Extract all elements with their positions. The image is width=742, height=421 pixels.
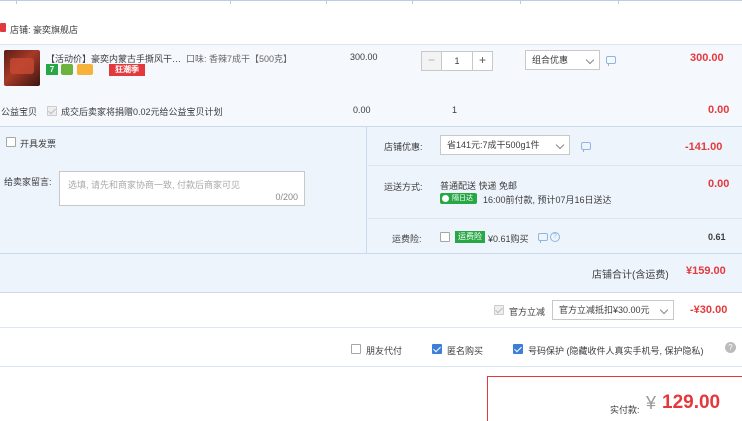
increase-button[interactable]: + xyxy=(472,52,492,70)
chat-icon[interactable] xyxy=(606,56,616,66)
chat-icon[interactable] xyxy=(538,233,548,243)
insurance-checkbox[interactable] xyxy=(440,232,450,242)
chevron-down-icon xyxy=(585,55,595,65)
item-subtotal: 300.00 xyxy=(690,52,724,64)
message-placeholder: 选填, 请先和商家协商一致, 付款后商家可见 xyxy=(68,180,241,190)
friend-pay-label: 朋友代付 xyxy=(366,346,403,356)
insurance-tag: 运费险 xyxy=(455,231,485,243)
product-flavor: 口味: 香辣7成干【500克】 xyxy=(186,54,293,64)
promo-select[interactable]: 组合优惠 xyxy=(525,50,600,70)
top-border xyxy=(0,0,742,4)
invoice-label: 开具发票 xyxy=(20,139,57,149)
message-textarea[interactable]: 选填, 请先和商家协商一致, 付款后商家可见 0/200 xyxy=(59,171,305,206)
shop-discount-amount: -141.00 xyxy=(685,141,723,153)
charity-total: 0.00 xyxy=(708,104,730,116)
instant-discount-select[interactable]: 官方立减抵扣¥30.00元 xyxy=(552,300,674,320)
chevron-down-icon xyxy=(555,140,565,150)
instant-discount-label: 官方立减 xyxy=(509,307,546,317)
quality-badge-icon xyxy=(61,64,73,75)
message-counter: 0/200 xyxy=(275,192,298,202)
delivery-eta: 16:00前付款, 预计07月16日送达 xyxy=(483,195,612,205)
next-day-tag-label: 隔日达 xyxy=(452,195,473,202)
card-badge-icon xyxy=(77,64,93,75)
insurance-desc: ¥0.61购买 xyxy=(488,234,529,244)
unit-price: 300.00 xyxy=(350,52,378,62)
shop-discount-select-value: 省141元:7成干500g1件 xyxy=(447,140,540,150)
anonymous-label: 匿名购买 xyxy=(447,346,484,356)
charity-qty: 1 xyxy=(452,105,458,115)
payment-box: 实付款: ¥ 129.00 xyxy=(487,376,742,421)
decrease-button[interactable]: − xyxy=(422,52,442,70)
privacy-checkbox[interactable] xyxy=(513,344,523,354)
clock-icon xyxy=(442,195,449,202)
charity-price: 0.00 xyxy=(353,105,371,115)
anonymous-checkbox[interactable] xyxy=(432,344,442,354)
promo-badge: 狂潮季 xyxy=(109,64,145,76)
shop-name-link[interactable]: 豪奕旗舰店 xyxy=(33,25,78,35)
shop-discount-select[interactable]: 省141元:7成干500g1件 xyxy=(440,135,570,155)
next-day-tag: 隔日达 xyxy=(440,193,477,204)
shop-icon xyxy=(0,23,6,32)
chat-icon[interactable] xyxy=(581,142,591,152)
shop-discount-label: 店铺优惠: xyxy=(384,142,423,152)
help-icon[interactable]: ? xyxy=(725,342,736,353)
payment-currency: ¥ xyxy=(646,393,657,413)
shop-header: 店铺: 豪奕旗舰店 xyxy=(10,23,78,36)
instant-discount-amount: -¥30.00 xyxy=(690,304,728,316)
seven-day-return-badge: 7 xyxy=(46,64,58,75)
promo-select-value: 组合优惠 xyxy=(532,55,569,65)
shop-prefix: 店铺: xyxy=(10,25,31,35)
payment-amount: 129.00 xyxy=(662,392,721,413)
charity-label: 公益宝贝 xyxy=(1,107,38,117)
privacy-label: 号码保护 (隐藏收件人真实手机号, 保护隐私) xyxy=(528,346,704,356)
insurance-amount: 0.61 xyxy=(708,232,726,242)
delivery-label: 运送方式: xyxy=(384,182,423,192)
quantity-input[interactable]: 1 xyxy=(442,52,472,70)
chevron-down-icon xyxy=(659,305,669,315)
insurance-label: 运费险: xyxy=(392,234,422,244)
instant-discount-select-value: 官方立减抵扣¥30.00元 xyxy=(559,305,650,315)
shop-total-label: 店铺合计(含运费) xyxy=(592,270,669,281)
charity-checkbox xyxy=(47,106,57,116)
help-icon[interactable]: ? xyxy=(550,232,560,242)
delivery-amount: 0.00 xyxy=(708,178,730,190)
charity-desc: 成交后卖家将捐赠0.02元给公益宝贝计划 xyxy=(61,107,223,117)
payment-label: 实付款: xyxy=(610,405,640,415)
shop-total-amount: ¥159.00 xyxy=(686,265,726,277)
quantity-stepper: − 1 + xyxy=(421,51,493,71)
invoice-checkbox[interactable] xyxy=(6,137,16,147)
instant-discount-checkbox xyxy=(494,305,504,315)
friend-pay-checkbox[interactable] xyxy=(351,344,361,354)
product-thumbnail[interactable] xyxy=(4,50,40,86)
message-label: 给卖家留言: xyxy=(4,177,52,187)
delivery-method: 普通配送 快递 免邮 xyxy=(440,181,518,191)
